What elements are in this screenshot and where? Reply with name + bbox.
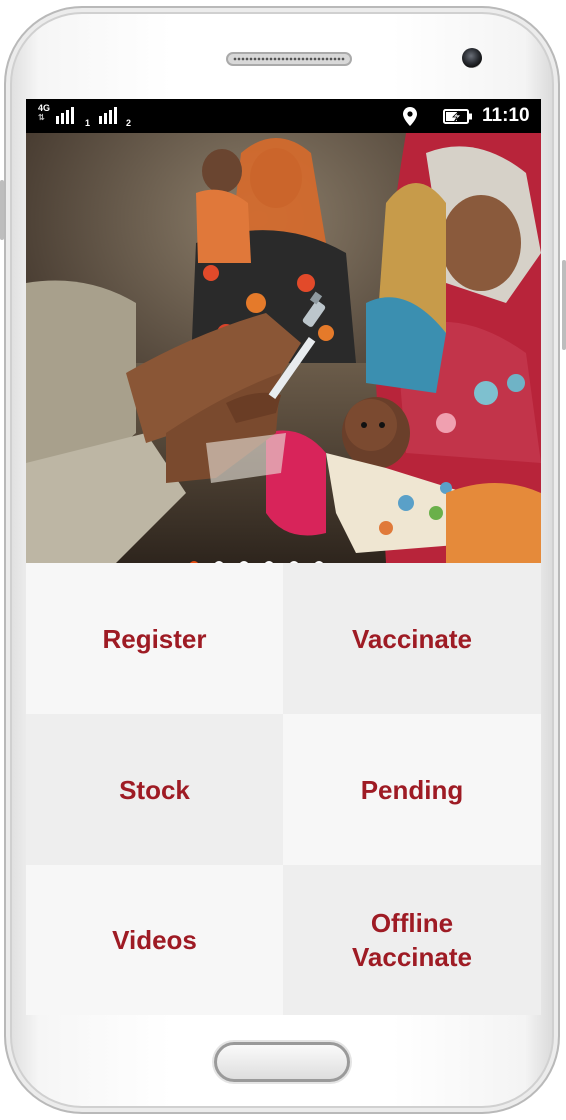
sim1-signal-icon xyxy=(56,106,74,124)
vaccination-photo xyxy=(26,133,541,563)
sim2-signal-icon xyxy=(99,106,117,124)
hero-carousel-image[interactable] xyxy=(26,133,541,563)
volume-button xyxy=(0,180,4,240)
power-button xyxy=(562,260,566,350)
earpiece-speaker xyxy=(226,52,352,66)
battery-charging-icon xyxy=(443,109,472,124)
vaccinate-button[interactable]: Vaccinate xyxy=(283,563,541,714)
register-button[interactable]: Register xyxy=(26,563,283,714)
status-clock: 11:10 xyxy=(482,105,530,126)
offline-vaccinate-button[interactable]: Offline Vaccinate xyxy=(283,865,541,1015)
pending-button[interactable]: Pending xyxy=(283,714,541,865)
stock-button[interactable]: Stock xyxy=(26,714,283,865)
videos-button[interactable]: Videos xyxy=(26,865,283,1015)
sim2-label: 2 xyxy=(126,118,132,128)
main-menu-grid: Register Vaccinate Stock Pending Videos … xyxy=(26,563,541,1015)
app-screen: 4G ⇅ 1 2 11:10 Register Vaccinate Stock … xyxy=(26,99,541,1015)
front-camera xyxy=(462,48,482,68)
home-button[interactable] xyxy=(214,1042,350,1082)
sim1-label: 1 xyxy=(85,118,91,128)
location-icon xyxy=(403,107,417,126)
network-type-indicator: 4G ⇅ xyxy=(38,103,51,123)
status-bar: 4G ⇅ 1 2 11:10 xyxy=(26,99,541,133)
